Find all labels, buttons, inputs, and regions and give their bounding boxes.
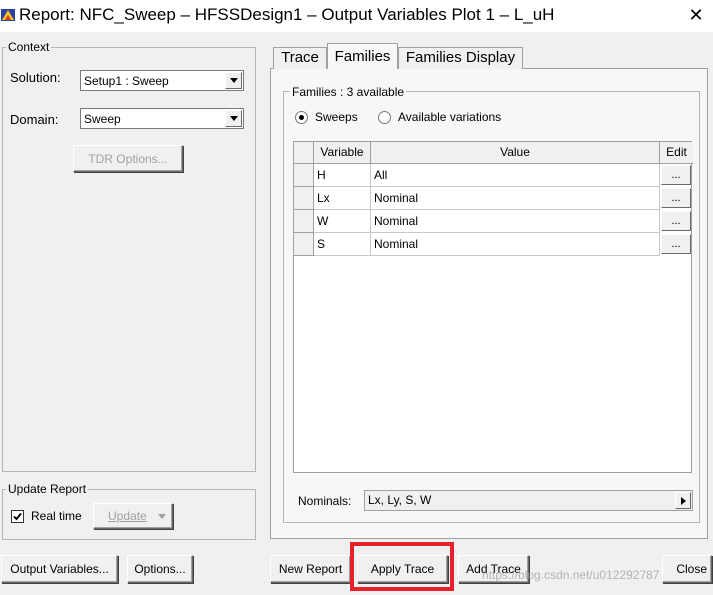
nominals-field[interactable]: Lx, Ly, S, W: [364, 490, 693, 511]
realtime-label: Real time: [31, 509, 82, 523]
window-close-button[interactable]: ✕: [683, 3, 709, 27]
families-legend: Families : 3 available: [290, 85, 407, 99]
table-row-variable[interactable]: H: [314, 164, 371, 187]
highlight-box: [350, 542, 454, 591]
tdr-options-button[interactable]: TDR Options...: [73, 145, 183, 172]
edit-row-button[interactable]: ...: [661, 165, 691, 185]
families-grid: Variable Value Edit H All ... Lx Nominal…: [293, 141, 693, 473]
add-trace-button[interactable]: Add Trace: [458, 555, 529, 583]
edit-row-button[interactable]: ...: [661, 188, 691, 208]
table-row-variable[interactable]: W: [314, 210, 371, 233]
nominals-expand-button[interactable]: [675, 492, 691, 509]
domain-label: Domain:: [10, 112, 59, 127]
domain-combobox[interactable]: Sweep: [80, 108, 244, 129]
context-legend: Context: [6, 40, 52, 54]
realtime-checkbox[interactable]: [11, 510, 24, 523]
solution-value: Setup1 : Sweep: [84, 74, 169, 88]
column-header-value[interactable]: Value: [371, 142, 660, 164]
chevron-down-icon: [230, 116, 238, 121]
table-row-value[interactable]: Nominal: [371, 210, 660, 233]
tab-families-display[interactable]: Families Display: [398, 47, 523, 69]
output-variables-button[interactable]: Output Variables...: [1, 555, 118, 583]
table-row-value[interactable]: All: [371, 164, 660, 187]
chevron-down-icon: [158, 514, 166, 519]
close-button[interactable]: Close: [662, 555, 712, 583]
table-row-variable[interactable]: S: [314, 233, 371, 256]
table-row-variable[interactable]: Lx: [314, 187, 371, 210]
sweeps-radio[interactable]: [295, 111, 308, 124]
window-title: Report: NFC_Sweep – HFSSDesign1 – Output…: [19, 5, 555, 24]
title-bar: Report: NFC_Sweep – HFSSDesign1 – Output…: [0, 0, 713, 32]
options-button[interactable]: Options...: [127, 555, 193, 583]
tab-families[interactable]: Families: [327, 43, 398, 69]
update-button-label: Update: [108, 509, 147, 523]
chevron-right-icon: [681, 497, 686, 505]
grid-corner: [294, 142, 314, 164]
row-header[interactable]: [294, 164, 314, 187]
close-icon: ✕: [688, 5, 704, 25]
available-variations-label: Available variations: [398, 110, 502, 124]
edit-row-button[interactable]: ...: [661, 211, 691, 231]
table-row-value[interactable]: Nominal: [371, 187, 660, 210]
update-report-legend: Update Report: [6, 482, 89, 496]
domain-dropdown-button[interactable]: [225, 110, 242, 127]
solution-dropdown-button[interactable]: [225, 72, 242, 89]
row-header[interactable]: [294, 210, 314, 233]
solution-combobox[interactable]: Setup1 : Sweep: [80, 70, 244, 91]
edit-row-button[interactable]: ...: [661, 234, 691, 254]
solution-label: Solution:: [10, 70, 61, 85]
sweeps-radio-label: Sweeps: [315, 110, 358, 124]
row-header[interactable]: [294, 233, 314, 256]
hfss-app-icon: [0, 7, 16, 23]
new-report-button[interactable]: New Report: [270, 555, 351, 583]
checkmark-icon: [13, 512, 22, 521]
domain-value: Sweep: [84, 112, 121, 126]
available-variations-radio[interactable]: [378, 111, 391, 124]
nominals-value: Lx, Ly, S, W: [368, 493, 432, 507]
nominals-label: Nominals:: [298, 494, 352, 508]
tab-trace[interactable]: Trace: [273, 47, 327, 69]
chevron-down-icon: [230, 78, 238, 83]
row-header[interactable]: [294, 187, 314, 210]
update-button[interactable]: Update: [93, 503, 173, 529]
table-row-value[interactable]: Nominal: [371, 233, 660, 256]
column-header-edit[interactable]: Edit: [660, 142, 693, 164]
column-header-variable[interactable]: Variable: [314, 142, 371, 164]
